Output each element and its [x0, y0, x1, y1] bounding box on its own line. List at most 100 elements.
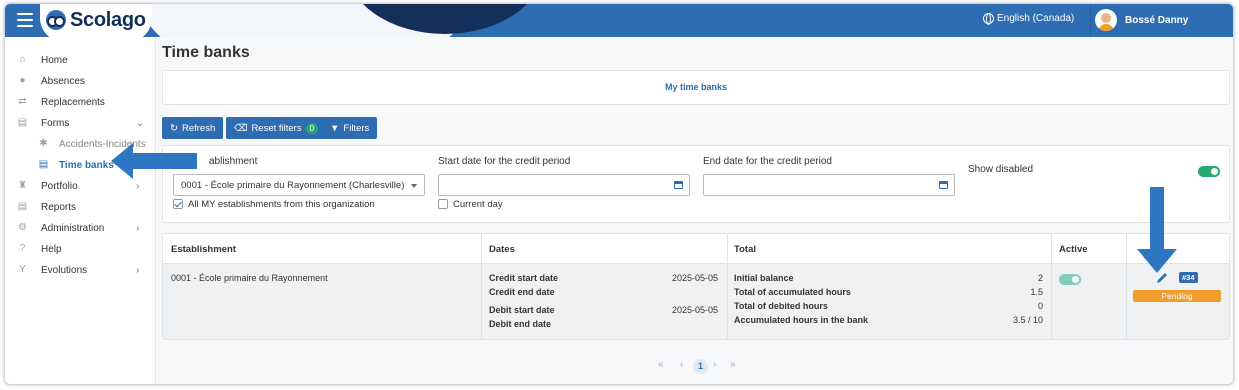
reset-filters-button[interactable]: ⌫ Reset filters 0	[226, 117, 327, 139]
debited-hours-label: Total of debited hours	[734, 301, 828, 311]
column-header-dates[interactable]: Dates	[489, 244, 515, 255]
menu-toggle-icon[interactable]	[17, 13, 33, 27]
row-establishment: 0001 - École primaire du Rayonnement	[171, 273, 328, 283]
sidebar: ⌂ Home ● Absences ⇄ Replacements ▤ Forms…	[5, 37, 156, 384]
user-name: Bossé Danny	[1125, 14, 1189, 26]
gear-icon: ⚙	[18, 222, 27, 233]
initial-balance-label: Initial balance	[734, 273, 794, 283]
sidebar-item-evolutions[interactable]: Y Evolutions ›	[5, 261, 156, 279]
current-day-checkbox[interactable]	[438, 199, 448, 209]
sidebar-item-label: Forms	[41, 117, 70, 129]
sidebar-item-replacements[interactable]: ⇄ Replacements	[5, 93, 156, 111]
app-window: Scolago English (Canada) Bossé Danny ⌂ H…	[4, 3, 1234, 385]
accumulated-hours-label: Total of accumulated hours	[734, 287, 851, 297]
chevron-down-icon: ⌄	[136, 117, 145, 129]
start-date-label: Start date for the credit period	[438, 156, 571, 167]
sidebar-item-home[interactable]: ⌂ Home	[5, 51, 156, 69]
credit-start-value: 2025-05-05	[671, 273, 718, 283]
establishment-value: 0001 - École primaire du Rayonnement (Ch…	[181, 180, 405, 191]
column-divider	[1051, 234, 1052, 339]
annotation-arrow-left	[111, 143, 197, 179]
accident-icon: ✱	[39, 138, 48, 149]
debit-start-value: 2025-05-05	[671, 305, 718, 315]
document-icon: ▤	[17, 117, 28, 128]
top-bar: Scolago English (Canada) Bossé Danny	[5, 4, 1233, 37]
trophy-icon: ♜	[18, 180, 27, 191]
bank-hours-value: 3.5 / 10	[1012, 315, 1043, 325]
reset-count-badge: 0	[305, 122, 319, 134]
end-date-label: End date for the credit period	[703, 156, 832, 167]
owl-logo-icon	[46, 10, 66, 30]
pagination-prev[interactable]: ‹	[680, 359, 683, 370]
report-icon: ▤	[17, 201, 28, 212]
sidebar-item-administration[interactable]: ⚙ Administration ›	[5, 219, 156, 237]
sidebar-item-label: Time banks	[59, 159, 114, 171]
refresh-button[interactable]: ↻ Refresh	[162, 117, 224, 139]
show-disabled-label: Show disabled	[968, 164, 1034, 175]
chevron-right-icon: ›	[136, 264, 140, 276]
debit-start-label: Debit start date	[489, 305, 555, 315]
filters-panel: ablishment 0001 - École primaire du Rayo…	[162, 145, 1230, 223]
status-badge: Pending	[1133, 290, 1221, 302]
show-disabled-toggle[interactable]	[1198, 166, 1220, 177]
main-content: Time banks My time banks ↻ Refresh ⌫ Res…	[156, 37, 1233, 384]
tab-my-time-banks[interactable]: My time banks	[163, 82, 1229, 92]
debited-hours-value: 0	[1037, 301, 1043, 311]
pagination-page-current[interactable]: 1	[693, 359, 708, 374]
end-date-input[interactable]	[703, 174, 955, 196]
sidebar-item-label: Help	[41, 243, 62, 255]
language-label: English (Canada)	[997, 13, 1075, 24]
column-divider	[481, 234, 482, 339]
column-divider	[1126, 234, 1127, 339]
user-menu[interactable]: Bossé Danny	[1095, 9, 1188, 31]
sidebar-item-forms[interactable]: ▤ Forms ⌄	[5, 114, 156, 132]
column-header-establishment[interactable]: Establishment	[171, 244, 236, 255]
sidebar-item-label: Evolutions	[41, 264, 88, 276]
sprout-icon: Y	[19, 264, 26, 275]
active-toggle[interactable]	[1059, 274, 1081, 285]
accumulated-hours-value: 1.5	[1030, 287, 1043, 297]
eraser-icon: ⌫	[234, 122, 248, 134]
credit-end-label: Credit end date	[489, 287, 555, 297]
globe-icon	[983, 13, 994, 25]
annotation-arrow-down	[1137, 187, 1177, 273]
start-date-input[interactable]	[438, 174, 690, 196]
funnel-icon: ▼	[330, 122, 340, 134]
replace-icon: ⇄	[18, 96, 27, 107]
column-header-active[interactable]: Active	[1059, 244, 1088, 255]
tabs-panel: My time banks	[162, 70, 1230, 105]
avatar	[1095, 9, 1117, 31]
app-name: Scolago	[70, 8, 146, 31]
credit-start-label: Credit start date	[489, 273, 559, 283]
language-selector[interactable]: English (Canada)	[983, 13, 1075, 25]
refresh-icon: ↻	[170, 122, 178, 134]
sidebar-item-label: Administration	[41, 222, 105, 234]
id-tag: #34	[1179, 272, 1198, 283]
calendar-icon	[939, 181, 948, 189]
home-icon: ⌂	[19, 54, 26, 65]
users-icon: ●	[19, 75, 26, 86]
page-title: Time banks	[162, 44, 250, 61]
sidebar-item-reports[interactable]: ▤ Reports	[5, 198, 156, 216]
column-header-total[interactable]: Total	[734, 244, 756, 255]
app-logo[interactable]: Scolago	[40, 4, 152, 37]
pagination-first[interactable]: «	[658, 359, 664, 370]
all-establishments-checkbox[interactable]	[173, 199, 183, 209]
document-icon: ▤	[38, 159, 49, 170]
header-divider	[1090, 4, 1091, 37]
time-banks-table: Establishment Dates Total Active 0001 - …	[162, 233, 1230, 340]
filters-label: Filters	[343, 122, 370, 134]
chevron-right-icon: ›	[136, 222, 140, 234]
pagination-last[interactable]: »	[730, 359, 736, 370]
sidebar-item-help[interactable]: ? Help	[5, 240, 156, 258]
establishment-select[interactable]: 0001 - École primaire du Rayonnement (Ch…	[173, 174, 425, 196]
pagination-next[interactable]: ›	[713, 359, 716, 370]
sidebar-item-label: Absences	[41, 75, 85, 87]
debit-end-label: Debit end date	[489, 319, 552, 329]
chevron-down-icon	[411, 184, 417, 188]
bank-hours-label: Accumulated hours in the bank	[734, 315, 869, 325]
edit-pencil-icon[interactable]	[1155, 271, 1169, 285]
sidebar-item-label: Replacements	[41, 96, 105, 108]
filters-button[interactable]: ▼ Filters	[322, 117, 378, 139]
sidebar-item-absences[interactable]: ● Absences	[5, 72, 156, 90]
